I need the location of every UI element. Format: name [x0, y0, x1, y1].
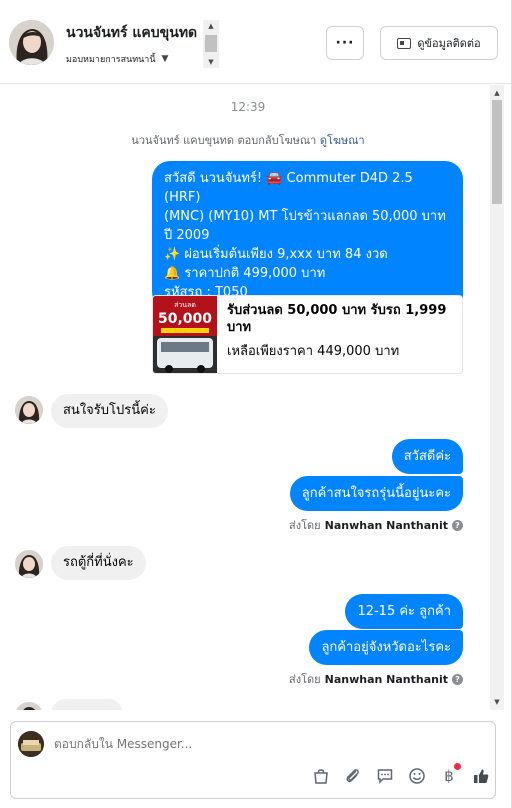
contact-name: นวนจันทร์ แคบขุนทด	[66, 25, 198, 41]
composer-toolbar: ฿	[305, 763, 497, 787]
contact-avatar[interactable]	[9, 20, 54, 65]
intro-line: 🔔 ราคาปกติ 499,000 บาท	[164, 266, 326, 281]
contact-card-icon	[397, 37, 412, 49]
intro-line: ปี 2009	[164, 228, 210, 243]
incoming-message-bubble: รถตู้กี่ที่นั่งคะ	[51, 546, 146, 580]
car-promo-subtitle: เหลือเพียงราคา 449,000 บาท	[227, 344, 400, 359]
thumb-discount-text: 50,000	[158, 311, 212, 327]
baht-icon[interactable]: ฿	[433, 763, 465, 787]
intro-line: (MNC) (MY10) MT โปรข้าวแลกลด 50,000 บาท	[164, 209, 446, 224]
notification-dot	[454, 763, 461, 770]
outgoing-message-bubble: สวัสดีค่ะ	[391, 439, 463, 474]
message-timestamp: 12:39	[230, 100, 266, 114]
sent-by-label: ส่งโดย	[289, 519, 321, 532]
message-thread: 12:39 นวนจันทร์ แคบขุนทด ตอบกลับโฆษณา ดู…	[0, 85, 512, 710]
outgoing-message-bubble: ลูกค้าสนใจรถรุ่นนี้อยู่นะคะ	[289, 476, 463, 511]
view-contact-label: ดูข้อมูลติดต่อ	[417, 37, 481, 50]
intro-line: สวัสดี นวนจันทร์! 🚘 Commuter D4D 2.5 (HR…	[164, 171, 413, 205]
outgoing-message-bubble: ลูกค้าอยู่จังหวัดอะไรคะ	[309, 630, 463, 665]
scroll-down-arrow-icon[interactable]: ▼	[203, 56, 219, 68]
scroll-up-arrow-icon[interactable]: ▲	[203, 20, 219, 32]
like-icon[interactable]	[465, 765, 497, 787]
caret-down-icon: ▼	[161, 54, 169, 64]
contact-avatar-small	[15, 550, 43, 578]
car-promo-image: ส่วนลด 50,000	[153, 296, 217, 373]
conversation-header: นวนจันทร์ แคบขุนทด มอบหมายการสนทนานี้ ▼ …	[0, 0, 512, 84]
view-contact-button[interactable]: ดูข้อมูลติดต่อ	[380, 26, 498, 60]
info-icon[interactable]: ?	[452, 673, 463, 685]
sent-by-indicator: ส่งโดย Nanwhan Nanthanit ?	[289, 670, 463, 688]
intro-message-bubble: สวัสดี นวนจันทร์! 🚘 Commuter D4D 2.5 (HR…	[152, 161, 463, 310]
outgoing-message-bubble: 12-15 ค่ะ ลูกค้า	[345, 594, 463, 629]
incoming-message-bubble-partial	[51, 699, 123, 710]
assign-conversation-dropdown[interactable]: มอบหมายการสนทนานี้ ▼	[66, 52, 168, 66]
scroll-up-arrow-icon[interactable]: ▲	[490, 87, 504, 99]
svg-text:ส่วนลด: ส่วนลด	[174, 301, 196, 309]
ad-reply-notice: นวนจันทร์ แคบขุนทด ตอบกลับโฆษณา ดูโฆษณา	[0, 131, 496, 149]
contact-avatar-small	[15, 702, 43, 710]
contact-avatar-small	[15, 396, 43, 424]
scroll-thumb[interactable]	[205, 35, 217, 52]
incoming-message-bubble: สนใจรับโปรนี้ค่ะ	[51, 394, 168, 428]
emoji-icon[interactable]	[401, 765, 433, 787]
sent-by-name: Nanwhan Nanthanit	[324, 672, 448, 686]
reply-input[interactable]	[54, 737, 354, 751]
attachment-icon[interactable]	[337, 765, 369, 787]
info-icon[interactable]: ?	[452, 519, 463, 531]
message-composer: ฿	[10, 721, 496, 799]
scroll-down-arrow-icon[interactable]: ▼	[490, 696, 504, 708]
scroll-thumb[interactable]	[492, 100, 502, 204]
sent-by-indicator: ส่งโดย Nanwhan Nanthanit ?	[289, 516, 463, 534]
sent-by-label: ส่งโดย	[289, 673, 321, 686]
assign-label: มอบหมายการสนทนานี้	[66, 55, 156, 65]
car-promo-title: รับส่วนลด 50,000 บาท รับรถ 1,999 บาท	[227, 303, 447, 335]
saved-reply-icon[interactable]	[369, 765, 401, 787]
view-ad-link[interactable]: ดูโฆษณา	[320, 134, 365, 147]
intro-line: ✨ ผ่อนเริ่มต้นเพียง 9,xxx บาท 84 งวด	[164, 247, 388, 262]
header-scrollbar[interactable]: ▲ ▼	[203, 20, 219, 68]
thread-scrollbar[interactable]: ▲ ▼	[490, 85, 504, 710]
page-avatar	[18, 731, 44, 757]
bag-icon[interactable]	[305, 765, 337, 787]
more-options-button[interactable]: ···	[326, 26, 364, 60]
ad-reply-text: นวนจันทร์ แคบขุนทด ตอบกลับโฆษณา	[131, 134, 317, 147]
sent-by-name: Nanwhan Nanthanit	[324, 518, 448, 532]
car-promo-card[interactable]: ส่วนลด 50,000 รับส่วนลด 50,000 บาท รับรถ…	[152, 295, 463, 374]
